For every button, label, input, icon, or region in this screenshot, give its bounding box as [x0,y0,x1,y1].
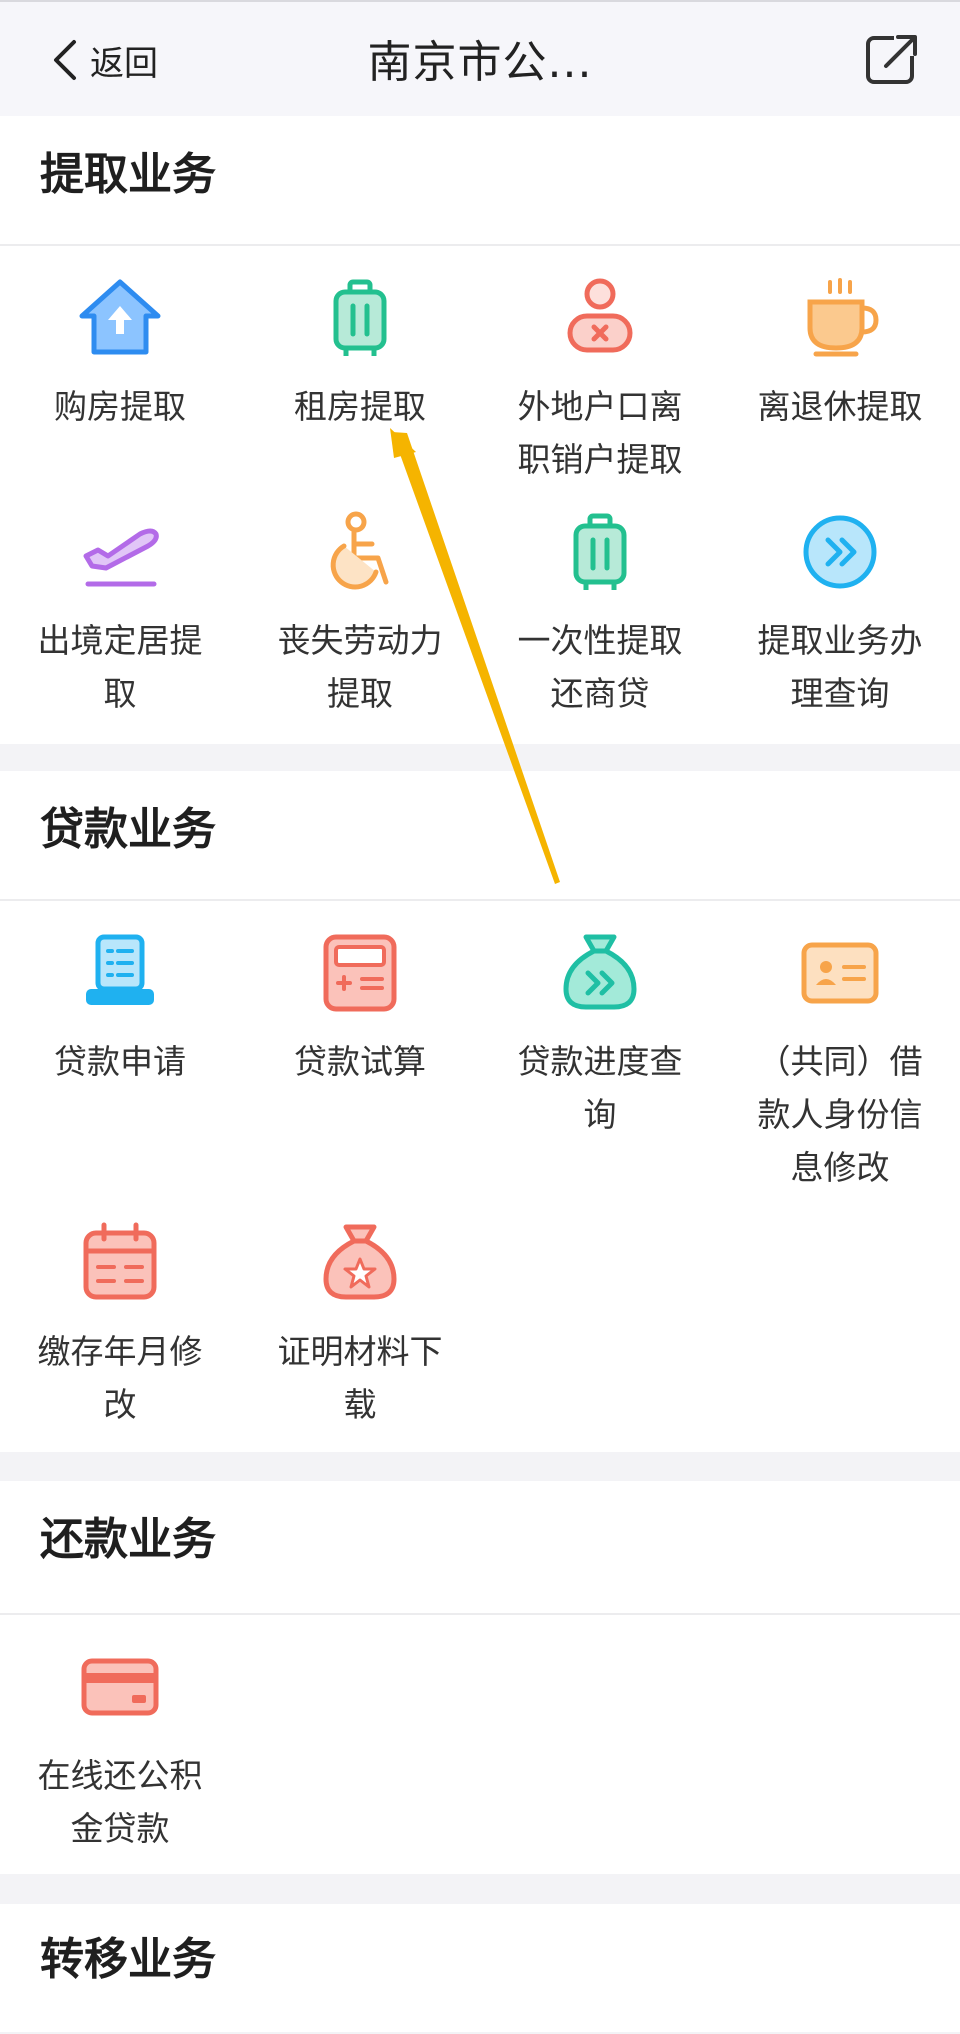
service-label: 贷款进度查询 [517,1042,683,1134]
service-label: 证明材料下载 [277,1332,443,1424]
calculator-icon [318,931,402,1015]
document-stand-icon [78,931,162,1015]
house-upload-icon [78,276,162,360]
service-label: 缴存年月修改 [37,1332,203,1424]
service-onetime-repay-commercial-loan[interactable]: 一次性提取还商贷 [480,510,720,755]
page-title: 南京市公... [367,37,593,88]
service-online-repay-loan[interactable]: 在线还公积金贷款 [0,1645,240,1875]
loan-section: 贷款业务 贷款申请 贷款试算 贷款进度查询 （共同）借款人身份信息修改 缴存年月… [0,771,960,1452]
money-bag-star-icon [318,1221,402,1305]
service-emigration-withdraw[interactable]: 出境定居提取 [0,510,240,755]
suitcase-icon [318,276,402,360]
service-rent-withdraw[interactable]: 租房提取 [240,276,480,510]
section-header: 还款业务 [0,1481,960,1615]
wheelchair-icon [318,510,402,594]
section-header: 贷款业务 [0,771,960,901]
calendar-icon [78,1221,162,1305]
service-label: （共同）借款人身份信息修改 [757,1042,923,1187]
service-loan-calculator[interactable]: 贷款试算 [240,931,480,1221]
withdraw-grid: 购房提取 租房提取 外地户口离职销户提取 离退休提取 出境定居提取 丧失劳动力提… [0,246,960,755]
fast-forward-circle-icon [798,510,882,594]
money-bag-forward-icon [558,931,642,1015]
service-label: 提取业务办理查询 [757,621,923,713]
section-title: 贷款业务 [40,804,216,855]
service-loan-progress-query[interactable]: 贷款进度查询 [480,931,720,1221]
service-label: 在线还公积金贷款 [37,1756,203,1848]
service-borrower-identity-change[interactable]: （共同）借款人身份信息修改 [720,931,960,1221]
section-header: 提取业务 [0,116,960,246]
service-label: 丧失劳动力提取 [277,621,443,713]
person-cancel-icon [558,276,642,360]
service-loan-application[interactable]: 贷款申请 [0,931,240,1221]
repay-section: 还款业务 在线还公积金贷款 [0,1481,960,1874]
withdraw-section: 提取业务 购房提取 租房提取 外地户口离职销户提取 离退休提取 出境定居提取 丧… [0,116,960,744]
service-label: 一次性提取还商贷 [517,621,683,713]
section-title: 转移业务 [40,1934,216,1985]
service-label: 购房提取 [54,387,186,426]
id-card-icon [798,931,882,1015]
service-certificate-download[interactable]: 证明材料下载 [240,1221,480,1452]
transfer-section: 转移业务 [0,1904,960,2032]
navigation-bar: 返回 南京市公... [0,0,960,116]
airplane-takeoff-icon [78,510,162,594]
repay-grid: 在线还公积金贷款 [0,1615,960,1875]
suitcase-icon [558,510,642,594]
service-retirement-withdraw[interactable]: 离退休提取 [720,276,960,510]
loan-grid: 贷款申请 贷款试算 贷款进度查询 （共同）借款人身份信息修改 缴存年月修改 证明… [0,901,960,1452]
section-title: 还款业务 [40,1514,216,1565]
service-withdraw-status-query[interactable]: 提取业务办理查询 [720,510,960,755]
coffee-cup-icon [798,276,882,360]
service-deposit-month-change[interactable]: 缴存年月修改 [0,1221,240,1452]
service-label: 租房提取 [294,387,426,426]
bank-card-icon [78,1645,162,1729]
service-label: 外地户口离职销户提取 [517,387,683,479]
service-house-purchase-withdraw[interactable]: 购房提取 [0,276,240,510]
service-disability-withdraw[interactable]: 丧失劳动力提取 [240,510,480,755]
service-label: 离退休提取 [757,387,923,426]
service-label: 贷款试算 [294,1042,426,1081]
service-nonlocal-resign-withdraw[interactable]: 外地户口离职销户提取 [480,276,720,510]
service-label: 贷款申请 [54,1042,186,1081]
section-header: 转移业务 [0,1904,960,2034]
section-title: 提取业务 [40,149,216,200]
share-external-icon[interactable] [864,32,920,88]
service-label: 出境定居提取 [37,621,203,713]
